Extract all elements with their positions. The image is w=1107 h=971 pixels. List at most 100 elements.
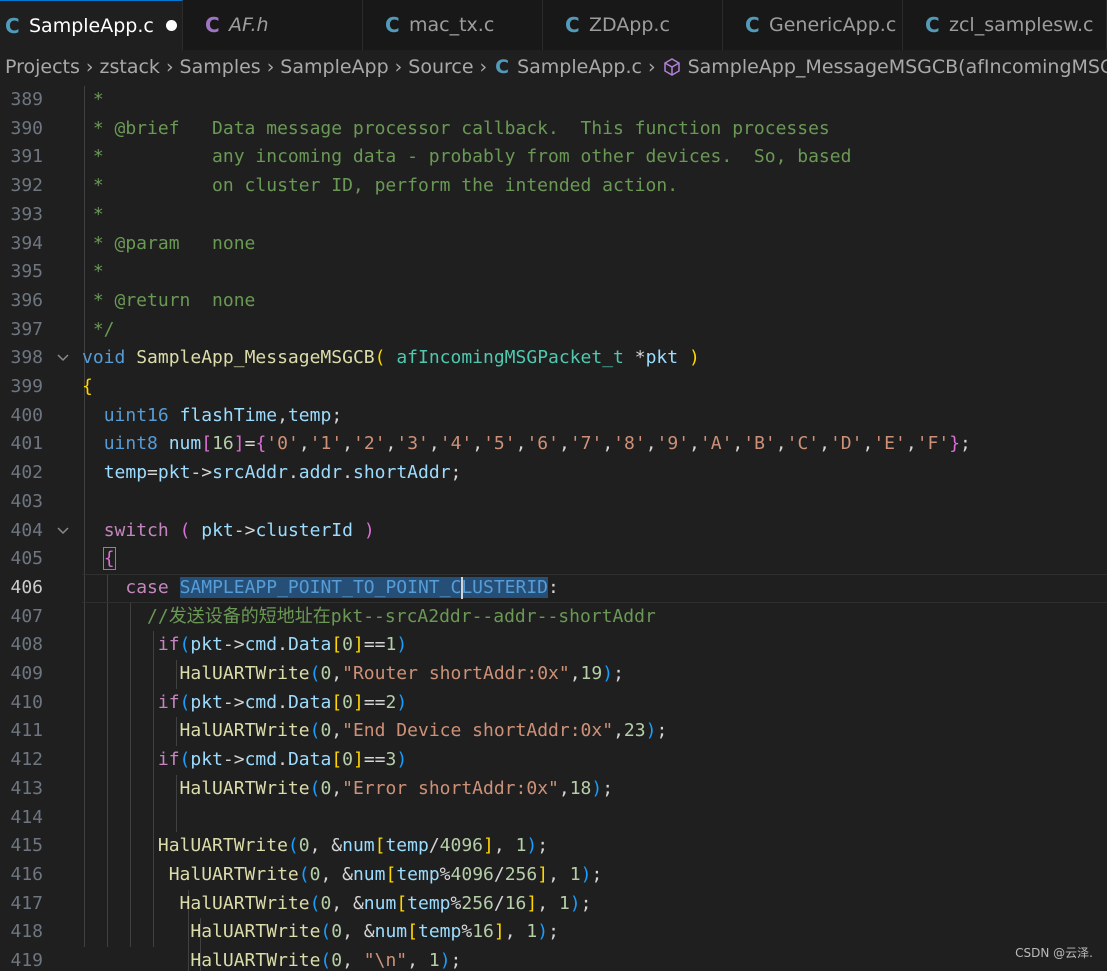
unsaved-dot-icon[interactable] xyxy=(165,20,177,31)
code-text[interactable]: HalUARTWrite(0,"Router shortAddr:0x",19)… xyxy=(82,660,624,689)
code-line: 418 HalUARTWrite(0, &num[temp%16], 1); xyxy=(0,918,1107,947)
code-text[interactable]: * xyxy=(82,86,104,115)
line-number: 412 xyxy=(10,749,43,771)
line-number: 416 xyxy=(10,863,43,885)
code-line: 419 HalUARTWrite(0, "\n", 1); xyxy=(0,947,1107,971)
code-line: 405 { xyxy=(0,545,1107,574)
h-file-icon: C xyxy=(205,13,220,37)
code-line: 417 HalUARTWrite(0, &num[temp%256/16], 1… xyxy=(0,890,1107,919)
line-number: 391 xyxy=(10,146,43,168)
line-number: 398 xyxy=(10,347,43,369)
code-text[interactable]: HalUARTWrite(0, &num[temp/4096], 1); xyxy=(82,832,548,861)
code-text[interactable]: HalUARTWrite(0, &num[temp%16], 1); xyxy=(82,918,559,947)
code-line: 391 * any incoming data - probably from … xyxy=(0,143,1107,172)
code-text[interactable]: uint16 flashTime,temp; xyxy=(82,402,342,431)
chevron-right-icon: › xyxy=(266,56,275,78)
code-text[interactable]: { xyxy=(82,545,116,574)
breadcrumb-item[interactable]: SampleApp_MessageMSGCB(afIncomingMSGPack… xyxy=(688,56,1107,78)
line-number: 409 xyxy=(10,663,43,684)
line-number: 404 xyxy=(10,519,43,541)
code-line: 407 //发送设备的短地址在pkt--srcA2ddr--addr--shor… xyxy=(0,603,1107,632)
code-line: 398 void SampleApp_MessageMSGCB( afIncomi… xyxy=(0,344,1107,373)
line-number: 389 xyxy=(10,89,43,110)
line-number: 397 xyxy=(10,318,43,340)
breadcrumb-item[interactable]: Samples xyxy=(180,56,261,78)
code-line: 415 HalUARTWrite(0, &num[temp/4096], 1); xyxy=(0,832,1107,861)
line-number: 410 xyxy=(10,691,43,713)
line-number: 407 xyxy=(10,605,43,627)
fold-chevron-icon[interactable] xyxy=(56,523,72,539)
code-text[interactable]: HalUARTWrite(0, &num[temp%4096/256], 1); xyxy=(82,861,603,890)
code-text[interactable]: //发送设备的短地址在pkt--srcA2ddr--addr--shortAdd… xyxy=(82,603,656,632)
code-text[interactable]: HalUARTWrite(0,"End Device shortAddr:0x"… xyxy=(82,717,668,746)
tab-genericapp-c[interactable]: C GenericApp.c xyxy=(723,0,903,50)
code-text[interactable]: case SAMPLEAPP_POINT_TO_POINT_CLUSTERID: xyxy=(82,574,559,603)
code-line: 397 */ xyxy=(0,316,1107,345)
c-file-icon: C xyxy=(495,56,510,78)
code-line: 390 * @brief Data message processor call… xyxy=(0,115,1107,144)
tab-label: SampleApp.c xyxy=(29,14,154,37)
tab-zcl-samplesw-c[interactable]: Czcl_samplesw.c xyxy=(903,0,1107,50)
breadcrumb-item[interactable]: Projects xyxy=(5,56,80,78)
method-cube-icon xyxy=(662,57,682,77)
breadcrumb-item[interactable]: Source xyxy=(408,56,473,78)
code-text[interactable]: { xyxy=(82,373,93,402)
breadcrumb-item[interactable]: SampleApp xyxy=(280,56,388,78)
code-text[interactable]: temp=pkt->srcAddr.addr.shortAddr; xyxy=(82,459,462,488)
code-text[interactable]: * @brief Data message processor callback… xyxy=(82,115,830,144)
code-text[interactable]: HalUARTWrite(0,"Error shortAddr:0x",18); xyxy=(82,775,614,804)
breadcrumb-item[interactable]: SampleApp.c xyxy=(517,56,642,78)
code-line: 409 HalUARTWrite(0,"Router shortAddr:0x"… xyxy=(0,660,1107,689)
code-text[interactable]: HalUARTWrite(0, &num[temp%256/16], 1); xyxy=(82,890,592,919)
breadcrumb: Projects › zstack › Samples › SampleApp › Source… xyxy=(0,50,1107,84)
line-number: 393 xyxy=(10,203,43,225)
code-text[interactable]: * on cluster ID, perform the intended ac… xyxy=(82,172,678,201)
code-text[interactable]: void SampleApp_MessageMSGCB( afIncomingM… xyxy=(82,344,700,373)
tab-zdapp-c[interactable]: C ZDApp.c xyxy=(543,0,723,50)
code-text[interactable]: HalUARTWrite(0, "\n", 1); xyxy=(82,947,461,971)
breadcrumb-item[interactable]: zstack xyxy=(100,56,160,78)
line-number: 395 xyxy=(10,261,43,283)
chevron-right-icon: › xyxy=(165,56,174,78)
tab-af-h[interactable]: C AF.h xyxy=(183,0,363,50)
code-text[interactable]: if(pkt->cmd.Data[0]==1) xyxy=(82,631,407,660)
code-line: 413 HalUARTWrite(0,"Error shortAddr:0x",… xyxy=(0,775,1107,804)
code-text[interactable]: if(pkt->cmd.Data[0]==3) xyxy=(82,746,407,775)
tab-label: mac_tx.c xyxy=(409,14,495,36)
code-line: 412 if(pkt->cmd.Data[0]==3) xyxy=(0,746,1107,775)
c-file-icon: C xyxy=(745,13,760,37)
code-text[interactable]: * any incoming data - probably from othe… xyxy=(82,143,852,172)
tab-label: zcl_samplesw.c xyxy=(949,14,1094,36)
code-line: 394 * @param none xyxy=(0,230,1107,259)
code-text[interactable]: * @return none xyxy=(82,287,256,316)
code-text[interactable]: */ xyxy=(82,316,115,345)
code-line: 395 * xyxy=(0,258,1107,287)
code-text[interactable]: uint8 num[16]={'0','1','2','3','4','5','… xyxy=(82,430,971,459)
code-line: 410 if(pkt->cmd.Data[0]==2) xyxy=(0,689,1107,718)
code-line: 399 { xyxy=(0,373,1107,402)
line-number: 405 xyxy=(10,548,43,570)
code-text[interactable]: switch ( pkt->clusterId ) xyxy=(82,517,375,546)
line-number: 403 xyxy=(10,490,43,512)
tab-mac-tx-c[interactable]: Cmac_tx.c xyxy=(363,0,543,50)
line-number: 400 xyxy=(10,404,43,426)
chevron-right-icon: › xyxy=(647,56,656,78)
code-editor[interactable]: 389 * 390 * @brief Data message processor… xyxy=(0,84,1107,971)
fold-chevron-icon[interactable] xyxy=(56,350,72,366)
line-number: 418 xyxy=(10,921,43,943)
tab-sampleapp-c[interactable]: C SampleApp.c xyxy=(0,0,183,50)
code-text[interactable]: * @param none xyxy=(82,230,256,259)
code-text[interactable]: * xyxy=(82,201,104,230)
code-line: 416 HalUARTWrite(0, &num[temp%4096/256],… xyxy=(0,861,1107,890)
c-file-icon: C xyxy=(925,13,940,37)
code-line: 393 * xyxy=(0,201,1107,230)
watermark: CSDN @云泽. xyxy=(1015,946,1093,960)
text-cursor xyxy=(461,576,464,599)
line-number: 413 xyxy=(10,777,43,799)
code-text[interactable]: * xyxy=(82,258,104,287)
code-text[interactable]: if(pkt->cmd.Data[0]==2) xyxy=(82,689,407,718)
code-line: 404 switch ( pkt->clusterId ) xyxy=(0,517,1107,546)
code-line: 411 HalUARTWrite(0,"End Device shortAddr… xyxy=(0,717,1107,746)
c-file-icon: C xyxy=(565,13,580,37)
tab-label: GenericApp.c xyxy=(769,14,897,36)
